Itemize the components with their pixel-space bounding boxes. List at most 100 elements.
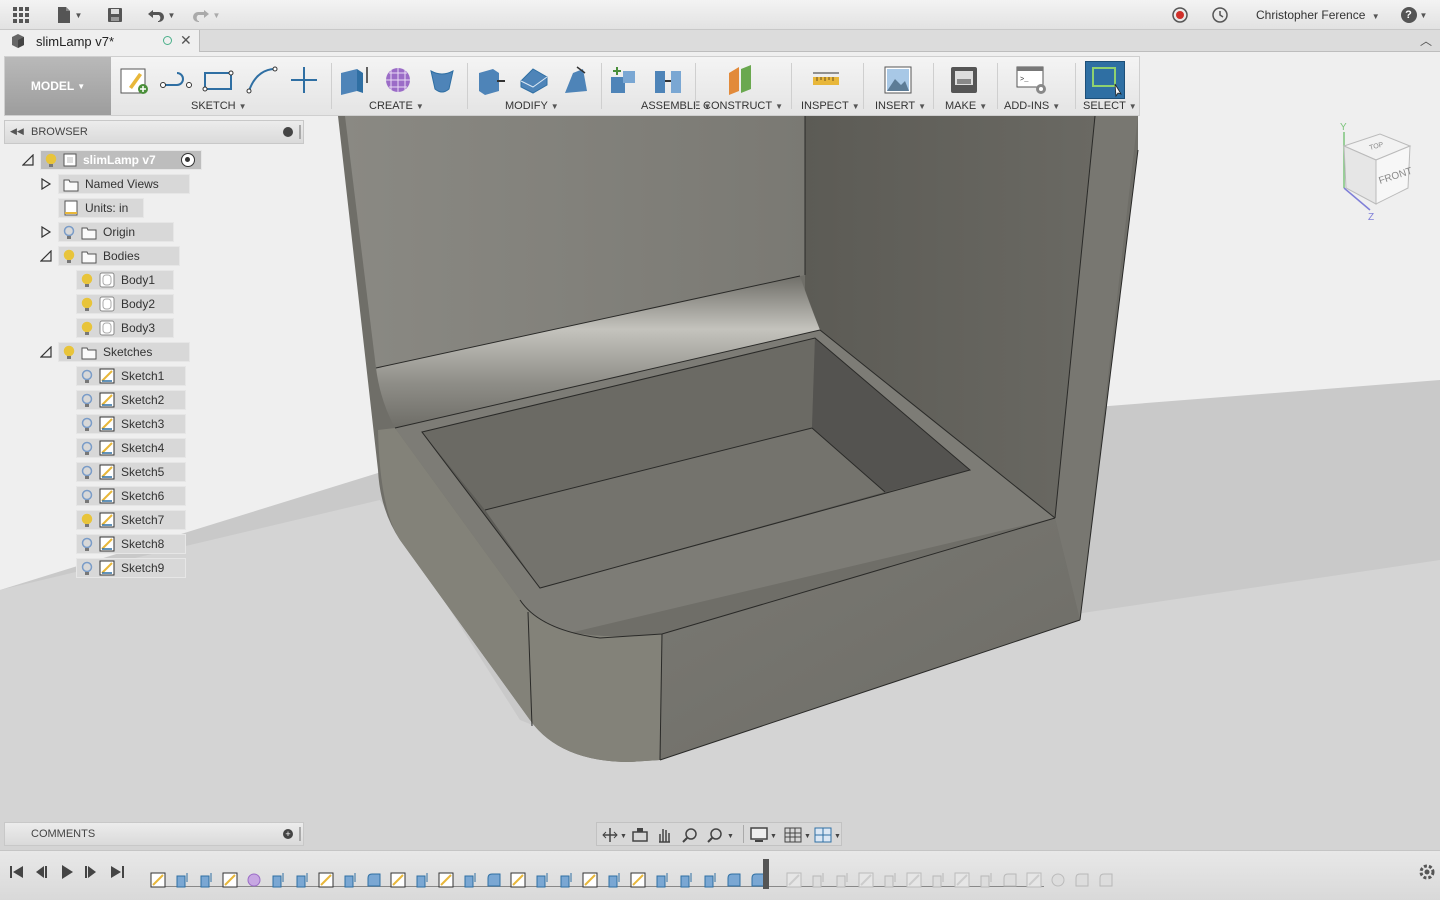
- minimize-icon[interactable]: [283, 127, 293, 137]
- timeline-fillet-feature-icon[interactable]: [1074, 872, 1090, 888]
- timeline-extrude-feature-icon[interactable]: [702, 872, 718, 888]
- create-sketch-icon[interactable]: [117, 63, 151, 97]
- help-button[interactable]: ? ▼: [1398, 4, 1430, 26]
- timeline-sketch-feature-icon[interactable]: [582, 872, 598, 888]
- group-modify[interactable]: MODIFY ▼: [505, 100, 559, 112]
- job-status-button[interactable]: [1210, 4, 1230, 26]
- line-icon[interactable]: [159, 63, 193, 97]
- timeline-extrude-feature-icon[interactable]: [882, 872, 898, 888]
- timeline-extrude-feature-icon[interactable]: [930, 872, 946, 888]
- step-back-icon[interactable]: [32, 863, 50, 881]
- 3d-viewport[interactable]: Y Z TOP FRONT: [0, 52, 1440, 850]
- zoom-window-icon[interactable]: ▼: [707, 826, 737, 844]
- expand-triangle-icon[interactable]: [40, 177, 52, 191]
- look-at-icon[interactable]: [631, 826, 649, 844]
- timeline-extrude-feature-icon[interactable]: [270, 872, 286, 888]
- press-pull-icon[interactable]: [473, 63, 507, 97]
- timeline-extrude-feature-icon[interactable]: [678, 872, 694, 888]
- browser-root[interactable]: slimLamp v7: [40, 150, 202, 170]
- activate-radio-icon[interactable]: [181, 153, 195, 167]
- timeline-fillet-feature-icon[interactable]: [486, 872, 502, 888]
- timeline-sketch-feature-icon[interactable]: [954, 872, 970, 888]
- timeline-marker[interactable]: [763, 859, 769, 889]
- joint-icon[interactable]: [651, 63, 685, 97]
- sweep-icon[interactable]: [425, 63, 459, 97]
- timeline-sketch-feature-icon[interactable]: [630, 872, 646, 888]
- viewcube[interactable]: Y Z TOP FRONT: [1330, 118, 1430, 228]
- zoom-icon[interactable]: [681, 826, 699, 844]
- chamfer-icon[interactable]: [559, 63, 593, 97]
- collapse-panel-icon[interactable]: ◀◀: [10, 126, 24, 137]
- timeline-extrude-feature-icon[interactable]: [174, 872, 190, 888]
- group-inspect[interactable]: INSPECT ▼: [801, 100, 860, 112]
- timeline-extrude-feature-icon[interactable]: [294, 872, 310, 888]
- browser-bodies[interactable]: Bodies: [58, 246, 180, 266]
- group-create[interactable]: CREATE ▼: [369, 100, 424, 112]
- select-button[interactable]: [1085, 61, 1125, 99]
- group-select[interactable]: SELECT ▼: [1083, 100, 1137, 112]
- grid-settings-icon[interactable]: ▼: [783, 826, 813, 844]
- timeline-extrude-feature-icon[interactable]: [462, 872, 478, 888]
- browser-sketch2[interactable]: Sketch2: [76, 390, 186, 410]
- expand-triangle-icon[interactable]: [40, 225, 52, 239]
- file-menu-button[interactable]: ▼: [54, 4, 84, 26]
- viewports-icon[interactable]: ▼: [813, 826, 843, 844]
- display-settings-icon[interactable]: ▼: [749, 826, 779, 844]
- rectangle-icon[interactable]: [201, 63, 235, 97]
- timeline-extrude-feature-icon[interactable]: [606, 872, 622, 888]
- measure-icon[interactable]: [809, 63, 843, 97]
- workspace-switcher[interactable]: MODEL ▼: [5, 57, 111, 115]
- timeline-sketch-feature-icon[interactable]: [510, 872, 526, 888]
- user-menu[interactable]: Christopher Ference ▼: [1256, 8, 1380, 22]
- browser-origin[interactable]: Origin: [58, 222, 174, 242]
- close-icon[interactable]: ✕: [180, 32, 192, 49]
- form-icon[interactable]: [381, 63, 415, 97]
- group-add-ins[interactable]: ADD-INS ▼: [1004, 100, 1060, 112]
- document-tab[interactable]: slimLamp v7* ✕: [0, 30, 200, 52]
- go-to-start-icon[interactable]: [8, 863, 26, 881]
- save-button[interactable]: [104, 4, 126, 26]
- apps-grid-button[interactable]: [10, 4, 32, 26]
- browser-sketch6[interactable]: Sketch6: [76, 486, 186, 506]
- play-icon[interactable]: [58, 863, 76, 881]
- timeline-extrude-feature-icon[interactable]: [414, 872, 430, 888]
- browser-sketch5[interactable]: Sketch5: [76, 462, 186, 482]
- timeline-fillet-feature-icon[interactable]: [366, 872, 382, 888]
- browser-sketch7[interactable]: Sketch7: [76, 510, 186, 530]
- timeline-extrude-feature-icon[interactable]: [198, 872, 214, 888]
- pin-handle[interactable]: [299, 125, 301, 139]
- browser-sketch4[interactable]: Sketch4: [76, 438, 186, 458]
- timeline-extrude-feature-icon[interactable]: [654, 872, 670, 888]
- group-insert[interactable]: INSERT ▼: [875, 100, 926, 112]
- browser-sketch8[interactable]: Sketch8: [76, 534, 186, 554]
- browser-body1[interactable]: Body1: [76, 270, 174, 290]
- timeline-extrude-feature-icon[interactable]: [978, 872, 994, 888]
- timeline-sketch-feature-icon[interactable]: [438, 872, 454, 888]
- collapse-triangle-icon[interactable]: [39, 345, 52, 358]
- browser-panel-header[interactable]: ◀◀ BROWSER: [4, 120, 304, 144]
- new-component-icon[interactable]: [607, 63, 641, 97]
- browser-units[interactable]: Units: in: [58, 198, 144, 218]
- group-make[interactable]: MAKE ▼: [945, 100, 987, 112]
- collapse-triangle-icon[interactable]: [21, 153, 34, 166]
- timeline-sketch-feature-icon[interactable]: [390, 872, 406, 888]
- group-sketch[interactable]: SKETCH ▼: [191, 100, 247, 112]
- comments-panel-header[interactable]: COMMENTS +: [4, 822, 304, 846]
- browser-named-views[interactable]: Named Views: [58, 174, 190, 194]
- timeline-sketch-feature-icon[interactable]: [222, 872, 238, 888]
- browser-body3[interactable]: Body3: [76, 318, 174, 338]
- scripts-icon[interactable]: >_: [1015, 63, 1049, 97]
- fillet-icon[interactable]: [517, 63, 551, 97]
- timeline-sketch-feature-icon[interactable]: [858, 872, 874, 888]
- offset-plane-icon[interactable]: [723, 63, 757, 97]
- timeline-fillet-feature-icon[interactable]: [726, 872, 742, 888]
- timeline-extrude-feature-icon[interactable]: [834, 872, 850, 888]
- pan-hand-icon[interactable]: [655, 826, 673, 844]
- go-to-end-icon[interactable]: [108, 863, 126, 881]
- timeline-settings-icon[interactable]: [1418, 863, 1436, 881]
- group-construct[interactable]: CONSTRUCT ▼: [703, 100, 783, 112]
- extrude-icon[interactable]: [337, 63, 371, 97]
- collapse-chevron-icon[interactable]: ︿: [1420, 32, 1432, 49]
- group-assemble[interactable]: ASSEMBLE ▼: [641, 100, 711, 112]
- timeline-form-feature-icon[interactable]: [246, 872, 262, 888]
